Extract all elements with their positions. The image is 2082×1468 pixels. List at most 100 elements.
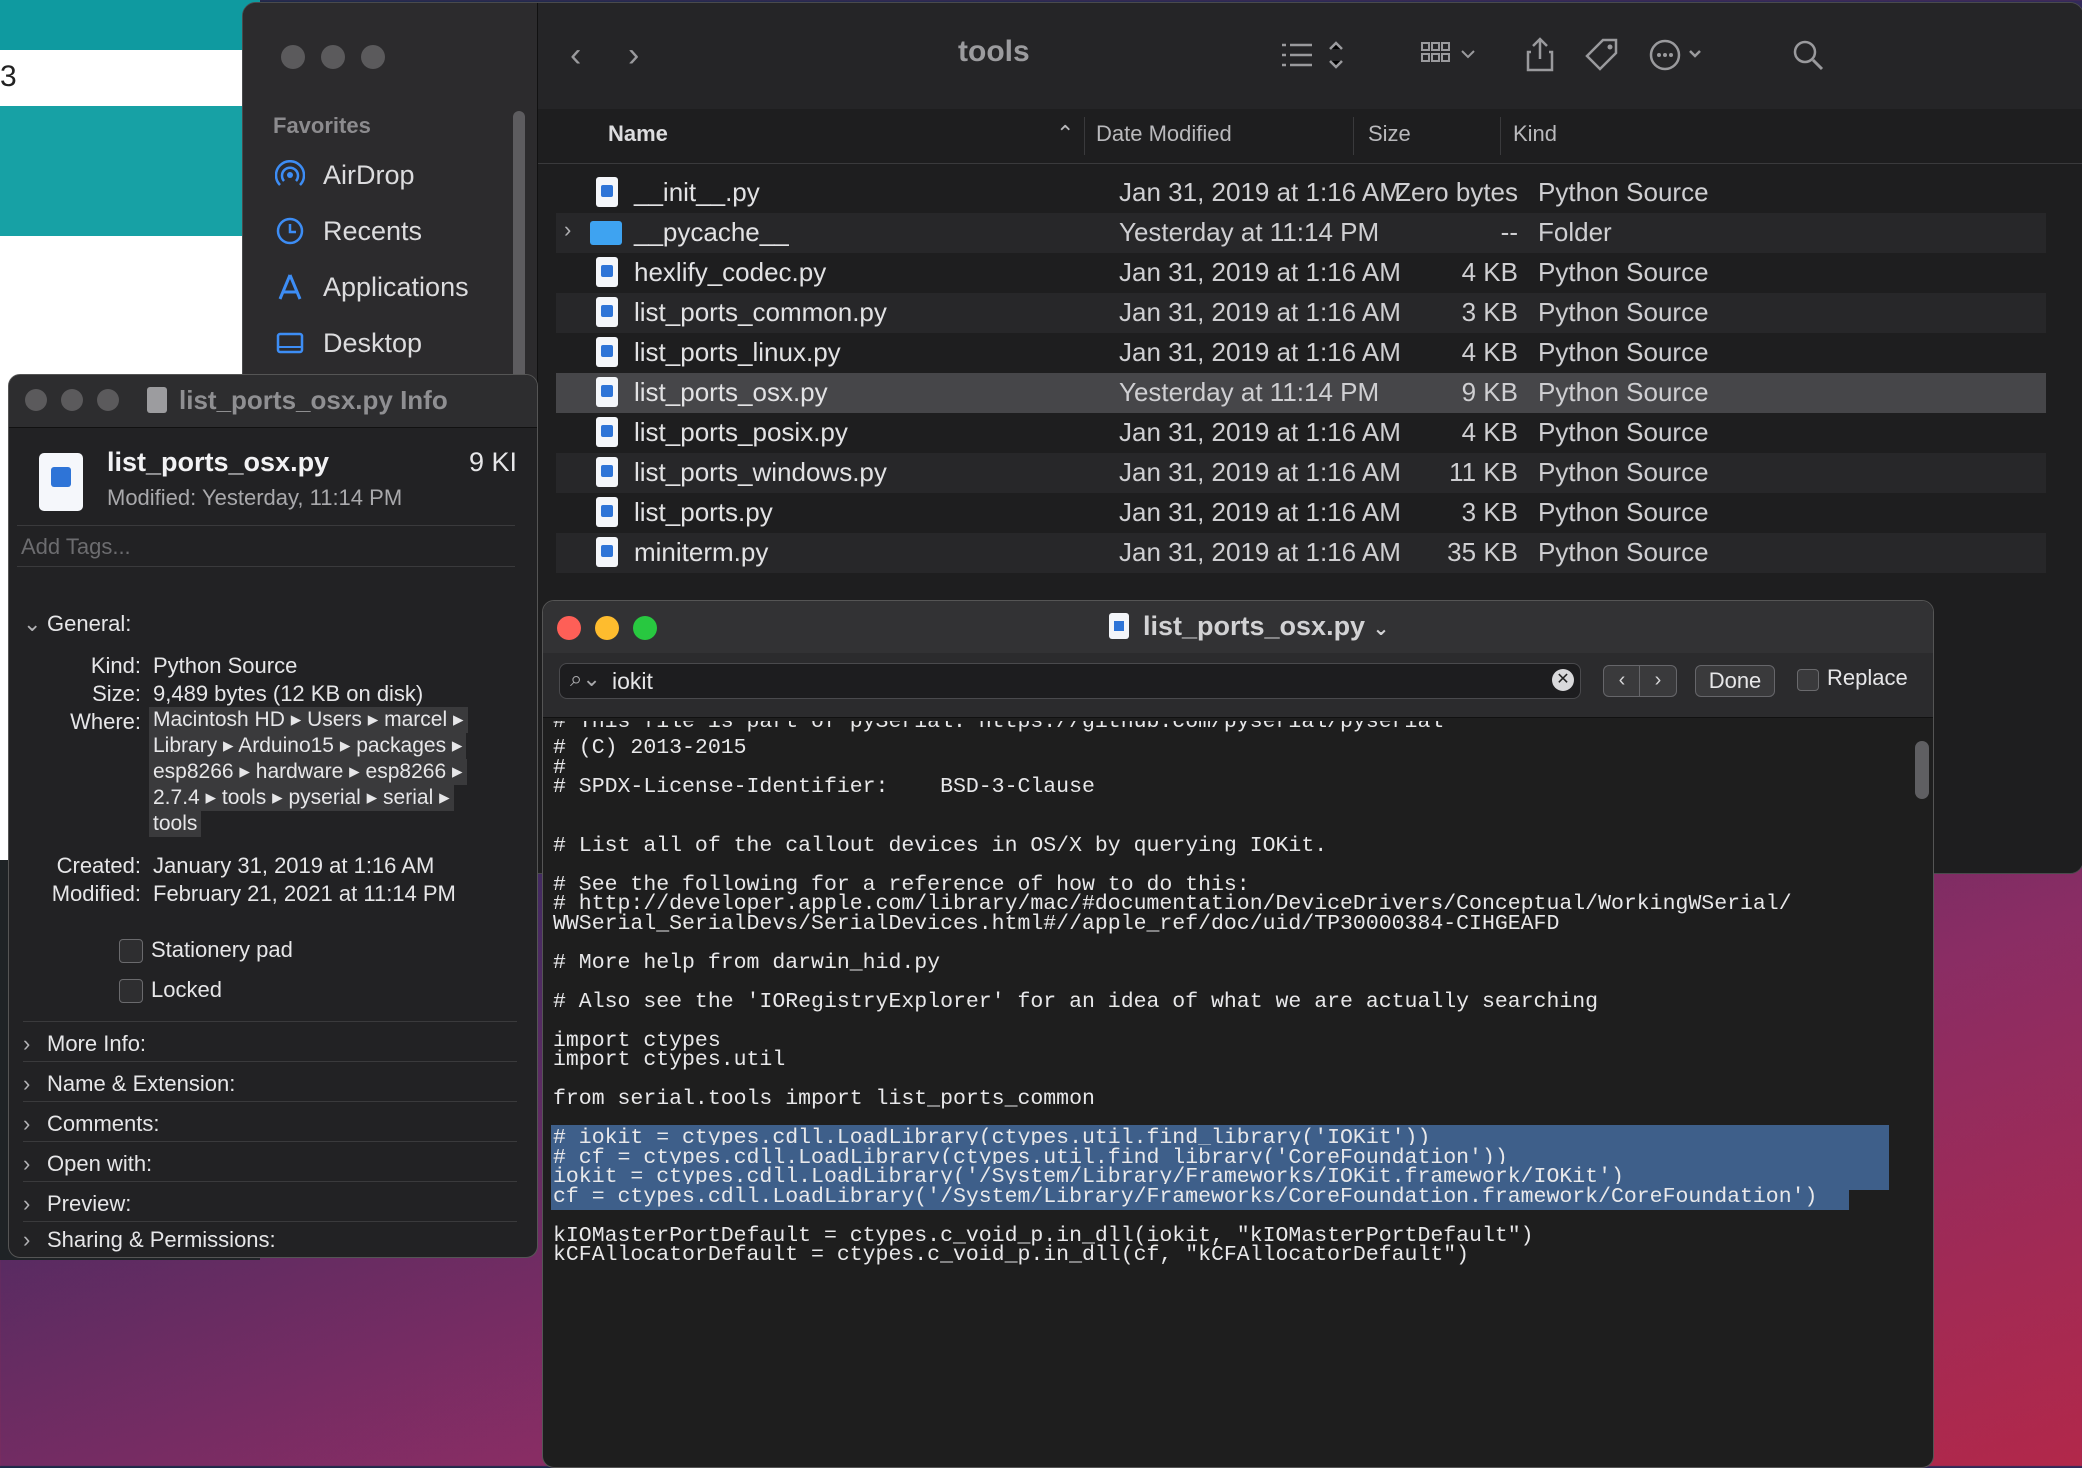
file-name: __init__.py [634,177,760,207]
file-row[interactable]: list_ports_linux.py Jan 31, 2019 at 1:16… [556,333,2046,373]
back-icon[interactable]: ‹ [570,33,581,77]
file-name: list_ports_common.py [634,297,887,327]
chevron-down-icon: ⌄ [23,611,42,636]
sort-ascending-icon[interactable]: ⌃ [1056,121,1074,147]
list-view-icon[interactable] [1278,33,1348,77]
editor-title[interactable]: list_ports_osx.py ⌄ [1143,611,1389,642]
find-next-button[interactable]: › [1639,665,1677,697]
column-divider [1353,117,1354,155]
find-previous-button[interactable]: ‹ [1603,665,1641,697]
close-button[interactable] [557,616,581,640]
replace-label: Replace [1827,665,1908,690]
tags-field[interactable]: Add Tags... [17,525,515,567]
info-modified-summary: Modified: Yesterday, 11:14 PM [107,485,403,510]
section-comments[interactable]: › Comments: [23,1111,159,1137]
where-path-line: Macintosh HD ▸ Users ▸ marcel ▸ [149,707,468,733]
divider [23,1101,517,1102]
share-icon[interactable] [1523,33,1557,77]
minimize-button[interactable] [321,45,345,69]
tag-icon[interactable] [1583,33,1621,77]
code-area[interactable]: # This file is part of pySerial. https:/… [551,721,1895,1461]
column-date-modified[interactable]: Date Modified [1096,121,1232,147]
applications-icon [273,270,307,304]
section-label: Open with: [47,1151,153,1176]
editor-window[interactable]: list_ports_osx.py ⌄ ⌕⌄ ✕ ‹ › Done Replac… [542,600,1934,1468]
section-name-extension[interactable]: › Name & Extension: [23,1071,235,1097]
file-row[interactable]: hexlify_codec.py Jan 31, 2019 at 1:16 AM… [556,253,2046,293]
file-row[interactable]: __init__.py Jan 31, 2019 at 1:16 AM Zero… [556,173,2046,213]
editor-scrollbar[interactable] [1915,741,1929,799]
find-input[interactable] [610,665,1514,697]
file-kind: Python Source [1538,177,1709,207]
forward-icon[interactable]: › [628,33,639,77]
file-size: 11 KB [1449,457,1518,487]
section-open-with[interactable]: › Open with: [23,1151,152,1177]
disclosure-chevron-icon[interactable]: › [564,217,571,243]
created-label: Created: [56,853,141,878]
file-kind: Python Source [1538,257,1709,287]
search-icon[interactable] [1790,33,1826,77]
zoom-button[interactable] [361,45,385,69]
sidebar-item-airdrop[interactable]: AirDrop [273,149,513,201]
file-row[interactable]: miniterm.py Jan 31, 2019 at 1:16 AM 35 K… [556,533,2046,573]
file-date: Yesterday at 11:14 PM [1119,217,1380,247]
file-size: 4 KB [1461,417,1518,447]
section-more-info[interactable]: › More Info: [23,1031,146,1057]
section-general[interactable]: ⌄ General: [23,611,131,637]
section-label: Sharing & Permissions: [47,1227,276,1252]
section-sharing-permissions[interactable]: › Sharing & Permissions: [23,1227,276,1253]
info-filesize: 9 KI [469,447,518,477]
replace-checkbox[interactable] [1797,669,1819,691]
python-file-icon [596,417,618,447]
zoom-button[interactable] [633,616,657,640]
stationery-pad-checkbox[interactable] [119,939,143,963]
python-file-icon [596,297,618,327]
column-name[interactable]: Name [608,121,668,147]
file-size: 3 KB [1461,297,1518,327]
stationery-pad-label: Stationery pad [151,937,293,962]
airdrop-icon [273,158,307,192]
file-list: __init__.py Jan 31, 2019 at 1:16 AM Zero… [538,173,2082,573]
file-row[interactable]: list_ports.py Jan 31, 2019 at 1:16 AM 3 … [556,493,2046,533]
sidebar-item-desktop[interactable]: Desktop [273,317,513,369]
section-label: Preview: [47,1191,132,1216]
created-value: January 31, 2019 at 1:16 AM [153,853,435,878]
info-window[interactable]: list_ports_osx.py Info list_ports_osx.py… [8,374,538,1258]
close-button[interactable] [281,45,305,69]
close-button[interactable] [25,389,47,411]
column-divider [1084,117,1085,155]
sidebar-item-applications[interactable]: Applications [273,261,513,313]
sidebar-item-recents[interactable]: Recents [273,205,513,257]
minimize-button[interactable] [595,616,619,640]
more-actions-icon[interactable] [1648,33,1708,77]
divider [23,1021,517,1022]
folder-icon [590,221,622,245]
code-line: # Also see the 'IORegistryExplorer' for … [553,990,1599,1014]
find-field[interactable]: ⌕⌄ ✕ [559,663,1581,699]
column-kind[interactable]: Kind [1513,121,1557,147]
file-name: list_ports_windows.py [634,457,887,487]
column-size[interactable]: Size [1368,121,1411,147]
done-button[interactable]: Done [1695,665,1775,697]
size-label: Size: [92,681,141,706]
file-size: 4 KB [1461,257,1518,287]
divider [23,1181,517,1182]
chevron-right-icon: › [23,1191,31,1216]
zoom-button[interactable] [97,389,119,411]
file-kind: Python Source [1538,457,1709,487]
file-row[interactable]: list_ports_common.py Jan 31, 2019 at 1:1… [556,293,2046,333]
file-row-selected[interactable]: list_ports_osx.py Yesterday at 11:14 PM … [556,373,2046,413]
grid-view-icon[interactable] [1418,33,1482,77]
file-row[interactable]: › __pycache__ Yesterday at 11:14 PM -- F… [556,213,2046,253]
minimize-button[interactable] [61,389,83,411]
locked-checkbox[interactable] [119,979,143,1003]
background-app-toolbar [0,106,260,236]
clear-search-icon[interactable]: ✕ [1552,669,1574,691]
file-kind: Python Source [1538,497,1709,527]
file-row[interactable]: list_ports_windows.py Jan 31, 2019 at 1:… [556,453,2046,493]
sidebar-scrollbar[interactable] [513,111,525,401]
section-preview[interactable]: › Preview: [23,1191,131,1217]
section-label: General: [47,611,132,636]
background-app-text: 3 [0,60,17,93]
file-row[interactable]: list_ports_posix.py Jan 31, 2019 at 1:16… [556,413,2046,453]
